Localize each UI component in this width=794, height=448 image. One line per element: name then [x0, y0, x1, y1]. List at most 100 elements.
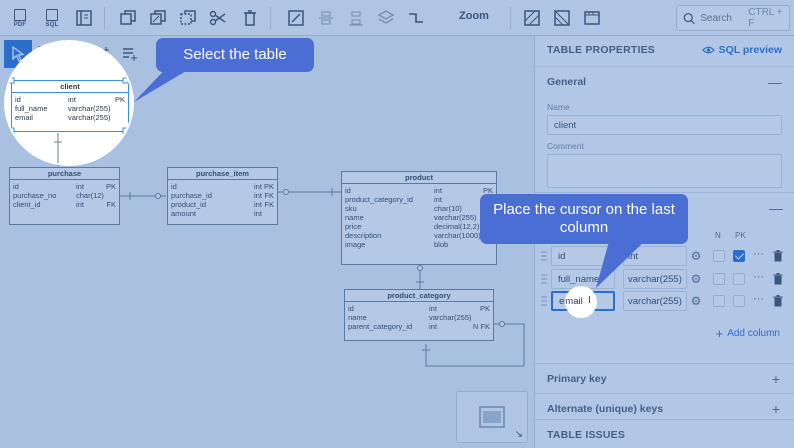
paste-button[interactable]	[146, 6, 170, 30]
trash-icon[interactable]	[773, 295, 783, 307]
view-mode-button-2[interactable]	[550, 6, 574, 30]
table-columns: id int PK name varchar(255) parent_category…	[345, 302, 493, 331]
table-issues-section[interactable]: TABLE ISSUES	[535, 419, 794, 448]
table-product[interactable]: product id int PK product_category_id int s…	[341, 171, 497, 265]
document-icon	[46, 8, 58, 21]
collapse-icon[interactable]: —	[768, 74, 782, 90]
table-issues-title: TABLE ISSUES	[547, 428, 626, 441]
more-icon[interactable]: ···	[753, 248, 764, 260]
table-purchase-item[interactable]: purchase_item id int PK purchase_id int FK p…	[167, 167, 278, 225]
comment-textarea[interactable]	[547, 154, 782, 188]
trash-icon[interactable]	[773, 250, 783, 262]
table-name-input[interactable]: client	[547, 115, 782, 135]
align-middle-button[interactable]	[344, 6, 368, 30]
drag-handle-icon[interactable]	[541, 296, 547, 306]
table-row: name varchar(255)	[348, 313, 472, 322]
sql-preview-link[interactable]: SQL preview	[701, 44, 782, 56]
align-top-button[interactable]	[314, 6, 338, 30]
trash-icon[interactable]	[773, 273, 783, 285]
comment-label: Comment	[547, 141, 584, 151]
table-row: price decimal(12,2)	[345, 222, 480, 231]
cut-button[interactable]	[206, 6, 230, 30]
collapse-icon[interactable]: —	[769, 200, 783, 216]
table-row: purchase_id int FK	[171, 191, 274, 200]
pdf-label: PDF	[13, 21, 27, 28]
fit-to-screen-button[interactable]	[284, 6, 308, 30]
table-row: parent_category_id int N FK	[348, 322, 490, 331]
nullable-checkbox[interactable]	[713, 273, 725, 285]
pk-checkbox[interactable]	[733, 295, 745, 307]
pk-checkbox[interactable]	[733, 273, 745, 285]
search-icon	[683, 12, 695, 24]
table-row: image blob	[345, 240, 449, 249]
more-icon[interactable]: ···	[753, 293, 764, 305]
gear-icon[interactable]: ⚙	[689, 249, 703, 263]
table-columns: id int PK purchase_id int FK product_id int FK…	[168, 180, 277, 218]
table-row: id int PK	[348, 304, 490, 313]
alternate-keys-title: Alternate (unique) keys	[547, 402, 664, 415]
toolbar-divider	[510, 7, 511, 29]
duplicate-icon	[180, 10, 196, 25]
general-section-header[interactable]: General —	[535, 66, 794, 96]
table-row: client_id int FK	[13, 200, 116, 209]
paste-icon	[150, 10, 166, 25]
expand-plus-icon[interactable]: +	[769, 401, 783, 417]
search-shortcut: CTRL + F	[748, 7, 783, 29]
email-text: email	[565, 296, 583, 307]
notes-icon	[76, 10, 92, 26]
view-mode-button-1[interactable]	[520, 6, 544, 30]
drag-handle-icon[interactable]	[541, 274, 547, 284]
name-label: Name	[547, 102, 570, 112]
primary-key-section[interactable]: Primary key +	[535, 363, 794, 393]
table-row: purchase_no char(12)	[13, 191, 104, 200]
table-row: id int PK	[13, 182, 116, 191]
film-icon	[584, 11, 600, 25]
toolbar-divider	[104, 7, 105, 29]
table-row: product_id int FK	[171, 200, 274, 209]
table-title: product	[342, 172, 496, 184]
notes-button[interactable]	[72, 6, 96, 30]
zoom-menu[interactable]: Zoom	[446, 10, 502, 22]
column-type-input[interactable]: varchar(255)	[623, 291, 687, 311]
delete-button[interactable]	[238, 6, 262, 30]
copy-icon	[120, 10, 136, 25]
search-input[interactable]	[700, 12, 745, 24]
table-row: sku char(10)	[345, 204, 462, 213]
table-product-category[interactable]: product_category id int PK name varchar(255…	[344, 289, 494, 341]
search-box[interactable]: CTRL + F	[676, 5, 790, 31]
align-icon	[319, 11, 333, 25]
gear-icon[interactable]: ⚙	[689, 294, 703, 308]
table-purchase[interactable]: purchase id int PK purchase_no char(12) cli…	[9, 167, 120, 225]
table-title: purchase	[10, 168, 119, 180]
minimap-icon	[479, 406, 505, 428]
layers-button[interactable]	[374, 6, 398, 30]
general-title: General	[547, 75, 587, 88]
nullable-checkbox[interactable]	[713, 295, 725, 307]
add-column-button[interactable]: + Add column	[716, 326, 780, 341]
export-sql-button[interactable]: SQL	[40, 6, 64, 30]
line-style-button[interactable]	[404, 6, 428, 30]
column-row: full_name varchar(255) ⚙ ···	[535, 269, 794, 289]
table-title: product_category	[345, 290, 493, 302]
nullable-checkbox[interactable]	[713, 250, 725, 262]
export-pdf-button[interactable]: PDF	[8, 6, 32, 30]
text-cursor-icon: I	[588, 295, 591, 306]
pk-checkbox[interactable]	[733, 250, 745, 262]
drag-handle-icon[interactable]	[541, 251, 547, 261]
document-icon	[14, 8, 26, 21]
eye-icon	[701, 46, 715, 54]
spotlight-email-column: email I	[565, 286, 597, 318]
copy-button[interactable]	[116, 6, 140, 30]
panel-header: TABLE PROPERTIES SQL preview	[535, 36, 794, 64]
table-row: amount int	[171, 209, 262, 218]
expand-plus-icon[interactable]: +	[769, 371, 783, 387]
more-icon[interactable]: ···	[753, 271, 764, 283]
table-row: id int PK	[345, 186, 493, 195]
callout-select-table: Select the table	[156, 38, 314, 72]
primary-key-title: Primary key	[547, 372, 607, 385]
gear-icon[interactable]: ⚙	[689, 272, 703, 286]
duplicate-button[interactable]	[176, 6, 200, 30]
layers-icon	[377, 10, 395, 24]
minimap[interactable]: ↘	[456, 391, 528, 443]
view-mode-button-3[interactable]	[580, 6, 604, 30]
